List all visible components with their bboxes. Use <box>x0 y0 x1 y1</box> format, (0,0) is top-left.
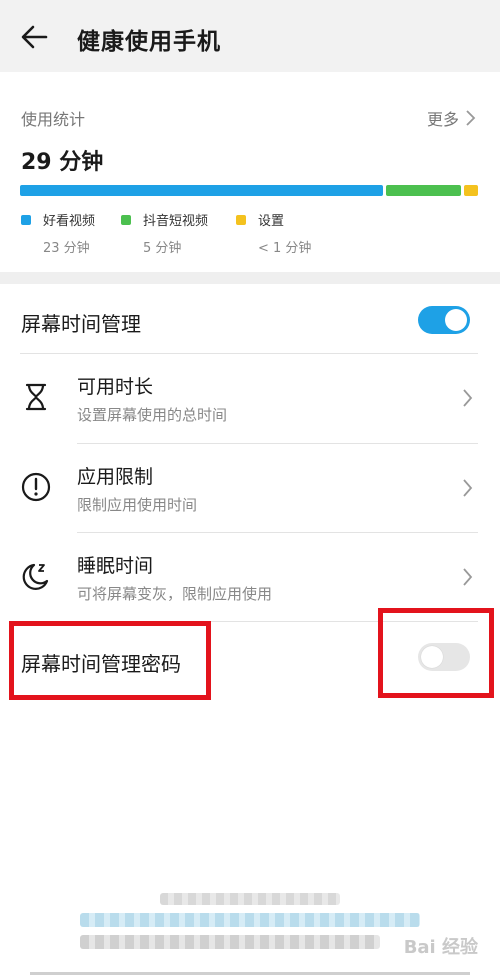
alert-circle-icon <box>21 472 51 502</box>
item-title: 可用时长 <box>77 376 154 398</box>
highlight-box-label <box>9 621 211 700</box>
more-label: 更多 <box>426 110 459 129</box>
more-button[interactable]: 更多 <box>427 106 476 130</box>
chevron-right-icon <box>463 479 473 497</box>
moon-sleep-icon <box>22 563 49 590</box>
blurred-footer-line <box>160 893 340 905</box>
item-subtitle: 设置屏幕使用的总时间 <box>77 406 228 424</box>
legend-item-douyin: 抖音短视频 5 分钟 <box>121 210 208 256</box>
section-divider <box>0 272 500 284</box>
usage-bar <box>20 185 478 196</box>
back-button[interactable] <box>18 20 52 54</box>
usage-stats-label: 使用统计 <box>21 110 86 129</box>
legend-app-duration: 5 分钟 <box>143 241 182 256</box>
legend-dot <box>121 214 131 225</box>
legend-dot <box>236 214 246 225</box>
item-available-duration[interactable]: 可用时长 设置屏幕使用的总时间 <box>0 354 500 443</box>
item-app-limits[interactable]: 应用限制 限制应用使用时间 <box>0 444 500 533</box>
baidu-watermark: Bai 经验 <box>403 937 478 958</box>
arrow-left-icon <box>21 25 48 49</box>
blurred-footer-line <box>80 935 380 949</box>
legend-item-haokan: 好看视频 23 分钟 <box>21 210 95 256</box>
usage-bar-segment-douyin <box>386 185 461 196</box>
legend-app-name: 好看视频 <box>43 214 96 229</box>
item-title: 睡眠时间 <box>77 555 154 577</box>
legend-app-duration: 23 分钟 <box>43 241 90 256</box>
bottom-edge <box>30 972 470 975</box>
screen-time-row[interactable]: 屏幕时间管理 <box>0 284 500 354</box>
screen-time-label: 屏幕时间管理 <box>21 312 141 336</box>
total-usage-time: 29 分钟 <box>21 150 104 175</box>
legend-app-name: 设置 <box>258 214 285 229</box>
screen-time-toggle[interactable] <box>418 306 470 334</box>
usage-bar-segment-haokan <box>20 185 383 196</box>
blurred-footer-line <box>80 913 420 927</box>
usage-bar-segment-settings <box>464 185 478 196</box>
page-title: 健康使用手机 <box>77 29 221 55</box>
legend-dot <box>21 214 31 225</box>
legend-item-settings: 设置 < 1 分钟 <box>236 210 311 256</box>
legend-app-duration: < 1 分钟 <box>258 241 312 256</box>
item-subtitle: 可将屏幕变灰，限制应用使用 <box>77 585 273 603</box>
usage-stats-card: 使用统计 更多 29 分钟 好看视频 23 分钟 抖音短视频 5 分钟 设置 <… <box>0 72 500 272</box>
chevron-right-icon <box>466 110 476 126</box>
highlight-box-toggle <box>378 608 494 698</box>
chevron-right-icon <box>463 389 473 407</box>
chevron-right-icon <box>463 568 473 586</box>
toggle-knob <box>445 309 467 331</box>
app-header: 健康使用手机 <box>0 0 500 72</box>
legend-app-name: 抖音短视频 <box>143 214 209 229</box>
item-title: 应用限制 <box>77 466 154 488</box>
item-subtitle: 限制应用使用时间 <box>77 496 198 514</box>
hourglass-icon <box>25 383 47 411</box>
